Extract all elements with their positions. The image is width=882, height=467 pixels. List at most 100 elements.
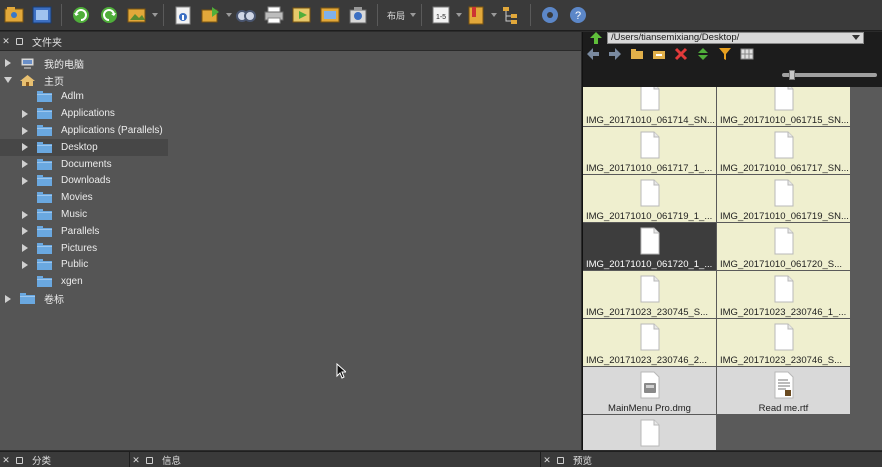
fullscreen-icon[interactable] <box>29 2 55 28</box>
file-item[interactable]: IMG_20171023_230746_2... <box>583 319 716 366</box>
page-icon[interactable]: 1-5 <box>428 2 454 28</box>
file-item[interactable]: Read me.rtf <box>717 367 850 414</box>
expand-arrow-icon[interactable] <box>20 142 30 152</box>
folder-icon <box>37 125 52 137</box>
tree-item[interactable]: Adlm <box>0 89 581 106</box>
tree-item[interactable]: 卷标 <box>0 290 581 307</box>
tree-item-label: Movies <box>61 192 93 204</box>
view-mode-icon[interactable] <box>737 46 756 62</box>
settings-icon[interactable] <box>537 2 563 28</box>
new-folder-icon[interactable] <box>627 46 646 62</box>
undock-icon[interactable] <box>142 452 156 467</box>
undock-icon[interactable] <box>12 32 26 51</box>
bookmark-dropdown[interactable] <box>490 2 497 28</box>
expand-arrow-icon[interactable] <box>20 159 30 169</box>
tab-preview[interactable]: ✕ 预览 <box>540 452 882 467</box>
file-item[interactable]: IMG_20171023_230745_S... <box>583 271 716 318</box>
file-item[interactable]: IMG_20171010_061720_1_... <box>583 223 716 270</box>
undock-icon[interactable] <box>553 452 567 467</box>
tree-item[interactable]: Movies <box>0 189 581 206</box>
file-item[interactable]: IMG_20171010_061719_SN... <box>717 175 850 222</box>
print-icon[interactable] <box>261 2 287 28</box>
file-item[interactable]: MainMenu Pro.dmg <box>583 367 716 414</box>
layout-menu-label[interactable]: 布局 <box>383 2 409 28</box>
tree-item[interactable]: 主页 <box>0 72 581 89</box>
file-item[interactable]: IMG_20171023_230746_1_... <box>717 271 850 318</box>
file-item[interactable]: IMG_20171010_061715_SN... <box>717 87 850 126</box>
close-icon[interactable]: ✕ <box>130 452 142 467</box>
tree-item[interactable]: Applications (Parallels) <box>0 122 581 139</box>
close-icon[interactable]: ✕ <box>0 452 12 467</box>
delete-icon[interactable] <box>671 46 690 62</box>
open-file-icon[interactable] <box>1 2 27 28</box>
path-dropdown-icon[interactable] <box>852 35 860 40</box>
export-dropdown[interactable] <box>225 2 232 28</box>
export-icon[interactable] <box>198 2 224 28</box>
tree-item-label: Adlm <box>61 91 84 103</box>
tree-item[interactable]: Parallels <box>0 223 581 240</box>
rotate-right-icon[interactable] <box>96 2 122 28</box>
help-icon[interactable]: ? <box>565 2 591 28</box>
bookmark-icon[interactable] <box>463 2 489 28</box>
filter-icon[interactable] <box>715 46 734 62</box>
tree-item[interactable]: Documents <box>0 156 581 173</box>
tree-item[interactable]: Downloads <box>0 173 581 190</box>
tree-item[interactable]: Music <box>0 206 581 223</box>
file-item[interactable]: IMG_20171023_230746_S... <box>717 319 850 366</box>
browser-panel: /Users/tiansemixiang/Desktop/ IMG_201710… <box>582 32 882 450</box>
expand-arrow-icon[interactable] <box>20 226 30 236</box>
edit-image-dropdown[interactable] <box>151 2 158 28</box>
tab-category[interactable]: ✕ 分类 <box>0 452 128 467</box>
thumbnail-size-slider-handle[interactable] <box>789 70 795 80</box>
rotate-left-icon[interactable] <box>68 2 94 28</box>
file-item[interactable]: IMG_20171010_061717_SN... <box>717 127 850 174</box>
slideshow-icon[interactable] <box>289 2 315 28</box>
tree-item[interactable]: 我的电脑 <box>0 55 581 72</box>
toolbar-divider <box>530 4 532 26</box>
file-item[interactable]: IMG_20171010_061717_1_... <box>583 127 716 174</box>
expand-arrow-icon[interactable] <box>20 260 30 270</box>
tree-item[interactable]: Pictures <box>0 240 581 257</box>
wallpaper-icon[interactable] <box>317 2 343 28</box>
no-expander <box>20 92 30 102</box>
close-icon[interactable]: ✕ <box>0 32 12 51</box>
info-icon[interactable] <box>170 2 196 28</box>
expand-arrow-icon[interactable] <box>20 210 30 220</box>
undock-icon[interactable] <box>12 452 26 467</box>
file-item[interactable]: IMG_20171010_061720_S... <box>717 223 850 270</box>
tree-item[interactable]: Public <box>0 257 581 274</box>
collapse-arrow-icon[interactable] <box>3 75 13 85</box>
expand-arrow-icon[interactable] <box>3 294 13 304</box>
file-name: IMG_20171010_061717_1_... <box>586 163 713 174</box>
document-icon <box>640 323 660 351</box>
file-item[interactable]: IMG_20171010_061714_SN... <box>583 87 716 126</box>
file-name: Read me.rtf <box>758 403 809 414</box>
search-icon[interactable] <box>233 2 259 28</box>
expand-arrow-icon[interactable] <box>20 176 30 186</box>
edit-image-icon[interactable] <box>124 2 150 28</box>
page-dropdown[interactable] <box>455 2 462 28</box>
tree-icon[interactable] <box>498 2 524 28</box>
forward-icon[interactable] <box>605 46 624 62</box>
tree-item-label: 卷标 <box>44 295 64 307</box>
back-icon[interactable] <box>583 46 602 62</box>
thumbnail-size-slider[interactable] <box>782 73 877 77</box>
file-item[interactable]: IMG_20171010_061719_1_... <box>583 175 716 222</box>
tree-item[interactable]: xgen <box>0 273 581 290</box>
layout-dropdown[interactable] <box>409 2 416 28</box>
close-icon[interactable]: ✕ <box>541 452 553 467</box>
move-icon[interactable] <box>649 46 668 62</box>
tree-item[interactable]: Desktop <box>0 138 168 156</box>
path-input[interactable]: /Users/tiansemixiang/Desktop/ <box>607 32 864 44</box>
document-icon <box>640 87 660 111</box>
expand-arrow-icon[interactable] <box>20 126 30 136</box>
tree-item[interactable]: Applications <box>0 105 581 122</box>
go-up-icon[interactable] <box>586 30 605 46</box>
tab-info[interactable]: ✕ 信息 <box>129 452 539 467</box>
expand-arrow-icon[interactable] <box>20 109 30 119</box>
file-item[interactable]: 2017-10-30_13-30-29.jpeg <box>583 415 716 450</box>
expand-arrow-icon[interactable] <box>3 58 13 68</box>
capture-icon[interactable] <box>345 2 371 28</box>
expand-arrow-icon[interactable] <box>20 243 30 253</box>
sort-icon[interactable] <box>693 46 712 62</box>
